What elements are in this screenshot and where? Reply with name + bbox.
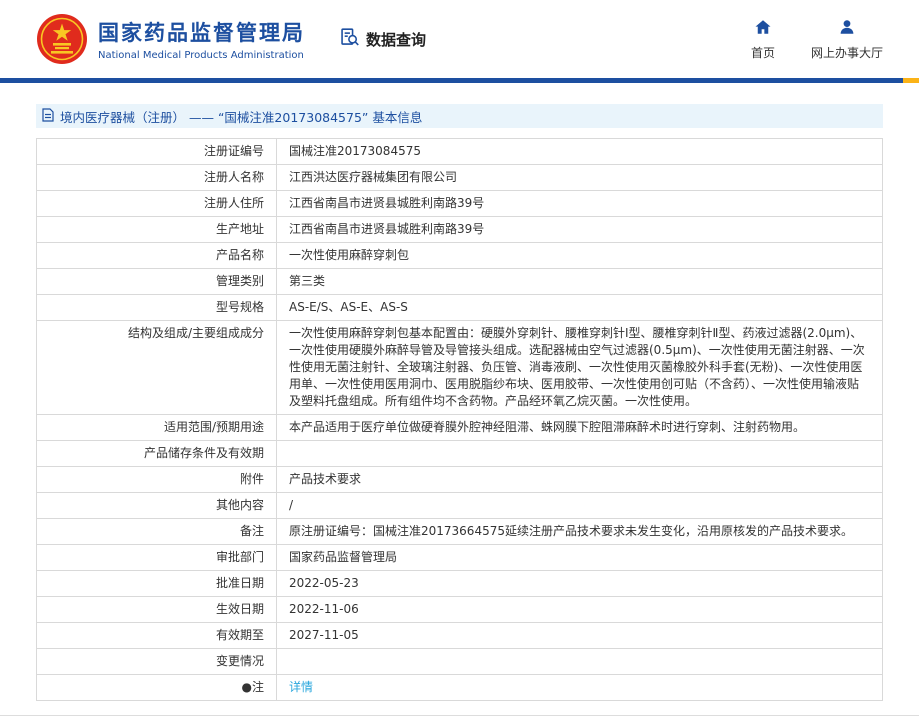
row-label: 其他内容 — [37, 493, 277, 518]
table-row: 适用范围/预期用途 本产品适用于医疗单位做硬脊膜外腔神经阻滞、蛛网膜下腔阻滞麻醉… — [37, 414, 882, 440]
row-label: 附件 — [37, 467, 277, 492]
table-row: 注册证编号 国械注准20173084575 — [37, 139, 882, 164]
org-name-en: National Medical Products Administration — [98, 50, 305, 61]
row-value: / — [277, 493, 882, 518]
detail-link[interactable]: 详情 — [289, 680, 313, 694]
info-table: 注册证编号 国械注准20173084575 注册人名称 江西洪达医疗器械集团有限… — [36, 138, 883, 701]
home-icon — [754, 18, 772, 39]
table-row: 注册人名称 江西洪达医疗器械集团有限公司 — [37, 164, 882, 190]
site-header: 国家药品监督管理局 National Medical Products Admi… — [0, 0, 919, 83]
data-query-nav[interactable]: 数据查询 — [339, 27, 426, 52]
row-value: 2022-11-06 — [277, 597, 882, 622]
row-value: 产品技术要求 — [277, 467, 882, 492]
table-row: 其他内容 / — [37, 492, 882, 518]
row-label: 生效日期 — [37, 597, 277, 622]
nav-home[interactable]: 首页 — [751, 18, 775, 61]
nav-home-label: 首页 — [751, 44, 775, 61]
header-right-nav: 首页 网上办事大厅 — [751, 0, 883, 78]
row-label: 适用范围/预期用途 — [37, 415, 277, 440]
row-label: 注册人名称 — [37, 165, 277, 190]
row-label: 变更情况 — [37, 649, 277, 674]
row-value: 江西省南昌市进贤县城胜利南路39号 — [277, 191, 882, 216]
row-value — [277, 649, 882, 674]
row-value: 一次性使用麻醉穿刺包基本配置由：硬膜外穿刺针、腰椎穿刺针Ⅰ型、腰椎穿刺针Ⅱ型、药… — [277, 321, 882, 414]
nav-hall-label: 网上办事大厅 — [811, 44, 883, 61]
page-title: 境内医疗器械（注册） —— “国械注准20173084575” 基本信息 — [60, 107, 422, 126]
nav-service-hall[interactable]: 网上办事大厅 — [811, 18, 883, 61]
table-row: 产品名称 一次性使用麻醉穿刺包 — [37, 242, 882, 268]
table-row: 附件 产品技术要求 — [37, 466, 882, 492]
row-value: 2027-11-05 — [277, 623, 882, 648]
national-emblem-icon — [36, 13, 88, 65]
row-label: 产品储存条件及有效期 — [37, 441, 277, 466]
page: 国家药品监督管理局 National Medical Products Admi… — [0, 0, 919, 724]
document-icon — [42, 108, 54, 125]
row-label: 管理类别 — [37, 269, 277, 294]
nmpa-emblem-logo — [36, 13, 88, 65]
row-value: 本产品适用于医疗单位做硬脊膜外腔神经阻滞、蛛网膜下腔阻滞麻醉术时进行穿刺、注射药… — [277, 415, 882, 440]
row-value: 国家药品监督管理局 — [277, 545, 882, 570]
row-value: 江西洪达医疗器械集团有限公司 — [277, 165, 882, 190]
row-label: 生产地址 — [37, 217, 277, 242]
row-value — [277, 441, 882, 466]
row-value: 详情 — [277, 675, 882, 700]
table-row: 管理类别 第三类 — [37, 268, 882, 294]
header-accent-bar — [903, 78, 919, 83]
breadcrumb: 境内医疗器械（注册） —— “国械注准20173084575” 基本信息 — [36, 104, 883, 128]
table-row: 批准日期 2022-05-23 — [37, 570, 882, 596]
table-row: 注册人住所 江西省南昌市进贤县城胜利南路39号 — [37, 190, 882, 216]
row-value: 国械注准20173084575 — [277, 139, 882, 164]
table-row: 结构及组成/主要组成成分 一次性使用麻醉穿刺包基本配置由：硬膜外穿刺针、腰椎穿刺… — [37, 320, 882, 414]
table-row: 审批部门 国家药品监督管理局 — [37, 544, 882, 570]
person-icon — [838, 18, 856, 39]
row-value: 一次性使用麻醉穿刺包 — [277, 243, 882, 268]
row-label: 备注 — [37, 519, 277, 544]
row-value: 2022-05-23 — [277, 571, 882, 596]
org-name-cn: 国家药品监督管理局 — [98, 17, 305, 47]
main-content: 境内医疗器械（注册） —— “国械注准20173084575” 基本信息 注册证… — [0, 104, 919, 724]
row-value: AS-E/S、AS-E、AS-S — [277, 295, 882, 320]
row-label: 批准日期 — [37, 571, 277, 596]
table-row: 生效日期 2022-11-06 — [37, 596, 882, 622]
row-label: 结构及组成/主要组成成分 — [37, 321, 277, 414]
row-label: 注册证编号 — [37, 139, 277, 164]
row-label: 型号规格 — [37, 295, 277, 320]
row-label: 注册人住所 — [37, 191, 277, 216]
org-titles: 国家药品监督管理局 National Medical Products Admi… — [98, 17, 305, 61]
table-row: 有效期至 2027-11-05 — [37, 622, 882, 648]
row-label: ●注 — [37, 675, 277, 700]
table-row: ●注 详情 — [37, 674, 882, 700]
table-row: 生产地址 江西省南昌市进贤县城胜利南路39号 — [37, 216, 882, 242]
row-value: 第三类 — [277, 269, 882, 294]
table-row: 型号规格 AS-E/S、AS-E、AS-S — [37, 294, 882, 320]
table-row: 变更情况 — [37, 648, 882, 674]
row-label: 审批部门 — [37, 545, 277, 570]
document-search-icon — [339, 27, 360, 52]
table-row: 产品储存条件及有效期 — [37, 440, 882, 466]
data-query-label: 数据查询 — [366, 29, 426, 50]
footer-divider — [0, 715, 919, 724]
row-label: 产品名称 — [37, 243, 277, 268]
row-value: 原注册证编号：国械注准20173664575延续注册产品技术要求未发生变化，沿用… — [277, 519, 882, 544]
table-row: 备注 原注册证编号：国械注准20173664575延续注册产品技术要求未发生变化… — [37, 518, 882, 544]
row-label: 有效期至 — [37, 623, 277, 648]
row-value: 江西省南昌市进贤县城胜利南路39号 — [277, 217, 882, 242]
